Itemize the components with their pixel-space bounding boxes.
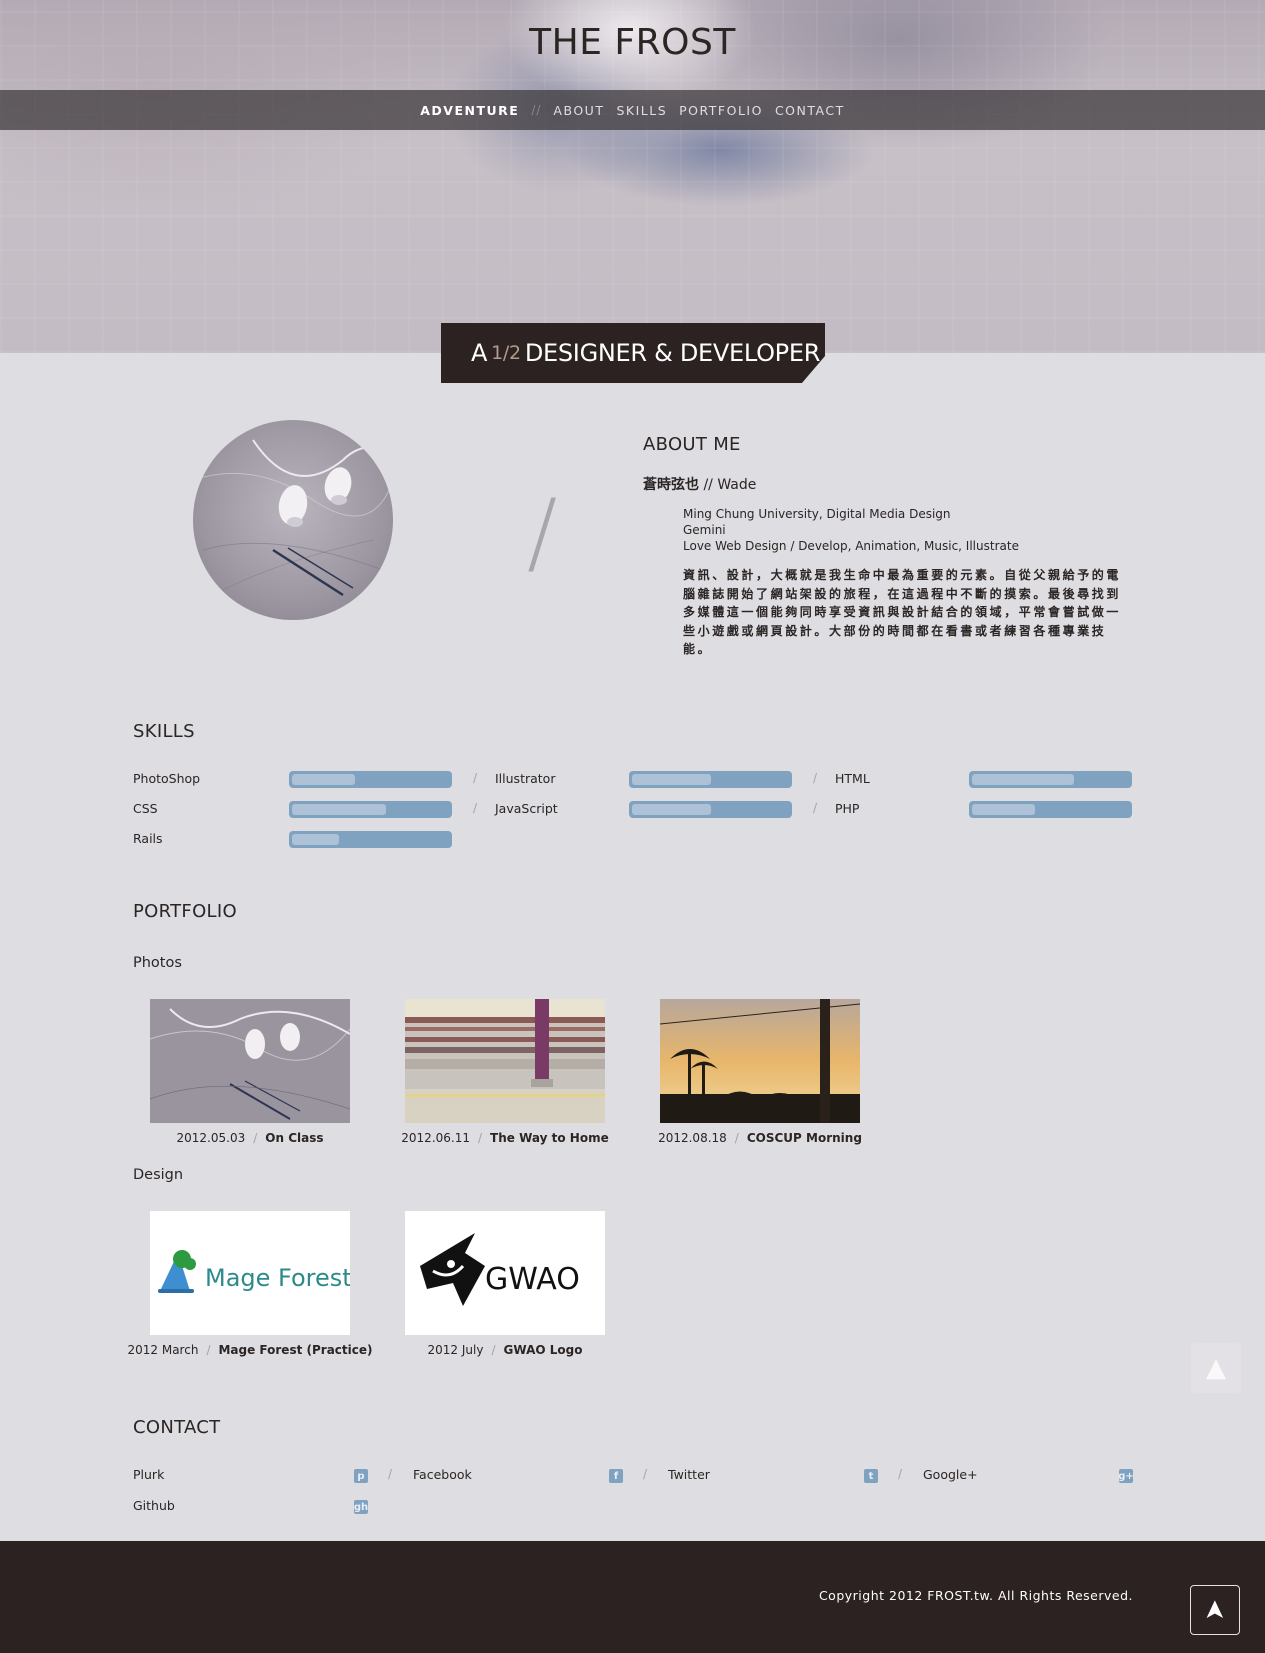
nav-skills[interactable]: SKILLS [610, 103, 673, 118]
about-divider-slash: / [527, 480, 558, 585]
skill-bar-html [969, 771, 1132, 788]
design-title[interactable]: Mage Forest (Practice) [218, 1343, 372, 1357]
nav-portfolio[interactable]: PORTFOLIO [673, 103, 769, 118]
design-caption: 2012 July / GWAO Logo [380, 1343, 630, 1357]
github-icon[interactable]: gh [354, 1500, 368, 1514]
copyright-text: Copyright 2012 FROST.tw. All Rights Rese… [818, 1588, 1133, 1603]
photo-date: 2012.05.03 [176, 1131, 246, 1145]
plurk-icon[interactable]: p [354, 1469, 368, 1483]
tagline-banner: A 1/2 DESIGNER & DEVELOPER [441, 323, 825, 383]
mage-forest-logo-text: Mage Forest [205, 1264, 350, 1292]
skill-separator: / [473, 801, 478, 815]
photos-heading: Photos [133, 955, 182, 971]
photo-caption: 2012.08.18 / COSCUP Morning [635, 1131, 885, 1145]
photo-caption: 2012.05.03 / On Class [125, 1131, 375, 1145]
tagline-half: 1/2 [491, 342, 521, 364]
about-name-cn: 蒼時弦也 [643, 477, 699, 493]
about-name-separator: // [703, 477, 713, 493]
about-sign: Gemini [683, 523, 726, 537]
design-heading: Design [133, 1167, 184, 1183]
nav-about[interactable]: ABOUT [547, 103, 610, 118]
skill-fill [972, 774, 1074, 785]
skill-label: CSS [133, 801, 158, 816]
photo-title[interactable]: On Class [265, 1131, 323, 1145]
tagline-suffix: DESIGNER & DEVELOPER [524, 339, 821, 367]
skill-bar-css [289, 801, 452, 818]
twitter-icon[interactable]: t [864, 1469, 878, 1483]
skills-heading: SKILLS [133, 721, 195, 742]
skill-fill [292, 834, 339, 845]
photo-title[interactable]: The Way to Home [490, 1131, 609, 1145]
contact-google-plus-link[interactable]: Google+ [923, 1467, 978, 1482]
contact-twitter-link[interactable]: Twitter [668, 1467, 710, 1482]
skill-fill [292, 804, 386, 815]
contact-separator: / [388, 1467, 393, 1481]
skill-bar-php [969, 801, 1132, 818]
contact-facebook-link[interactable]: Facebook [413, 1467, 472, 1482]
caption-separator: / [206, 1343, 211, 1357]
about-school: Ming Chung University, Digital Media Des… [683, 507, 951, 521]
skill-label: PHP [835, 801, 860, 816]
nav-separator: // [531, 103, 542, 117]
design-date: 2012 July [427, 1343, 484, 1357]
skill-label: PhotoShop [133, 771, 201, 786]
avatar-earphones-photo [193, 420, 393, 620]
photo-date: 2012.08.18 [658, 1131, 727, 1145]
design-caption: 2012 March / Mage Forest (Practice) [125, 1343, 375, 1357]
contact-separator: / [898, 1467, 903, 1481]
skill-bar-photoshop [289, 771, 452, 788]
google-plus-icon[interactable]: g+ [1118, 1469, 1134, 1483]
back-to-top-button[interactable]: ➤ [1190, 1585, 1240, 1635]
site-title: THE FROST [529, 22, 736, 63]
photo-date: 2012.06.11 [401, 1131, 470, 1145]
skill-bar-rails [289, 831, 452, 848]
design-title[interactable]: GWAO Logo [504, 1343, 583, 1357]
skill-separator: / [473, 771, 478, 785]
gwao-logo-text: GWAO [485, 1262, 580, 1297]
about-info-list: Ming Chung University, Digital Media Des… [683, 506, 1019, 554]
photo-way-to-home-thumbnail[interactable] [405, 999, 605, 1123]
faded-back-to-top-button[interactable]: ▲ [1191, 1343, 1241, 1393]
nav-adventure[interactable]: ADVENTURE [414, 103, 525, 118]
skill-bar-illustrator [629, 771, 792, 788]
skill-separator: / [813, 771, 818, 785]
skill-fill [972, 804, 1035, 815]
skill-label: Illustrator [495, 771, 556, 786]
caption-separator: / [734, 1131, 739, 1145]
photo-coscup-morning-thumbnail[interactable] [660, 999, 860, 1123]
contact-plurk-link[interactable]: Plurk [133, 1467, 164, 1482]
arrow-up-icon: ➤ [1199, 1599, 1230, 1621]
skill-label: Rails [133, 831, 163, 846]
nav-contact[interactable]: CONTACT [769, 103, 851, 118]
skill-fill [632, 774, 711, 785]
skill-label: HTML [835, 771, 870, 786]
skill-fill [632, 804, 711, 815]
contact-heading: CONTACT [133, 1417, 221, 1438]
portfolio-heading: PORTFOLIO [133, 901, 237, 922]
design-mage-forest-thumbnail[interactable]: Mage Forest [150, 1211, 350, 1335]
about-description: 資訊、設計，大概就是我生命中最為重要的元素。自從父親給予的電腦雜誌開始了網站架設… [683, 568, 1122, 656]
about-heading: ABOUT ME [643, 434, 741, 455]
design-gwao-logo-thumbnail[interactable]: GWAO [405, 1211, 605, 1335]
about-name: 蒼時弦也 // Wade [643, 474, 756, 494]
photo-title[interactable]: COSCUP Morning [747, 1131, 862, 1145]
tagline-prefix: A [471, 339, 488, 367]
skill-bar-javascript [629, 801, 792, 818]
about-name-en: Wade [717, 477, 757, 493]
skill-label: JavaScript [495, 801, 558, 816]
contact-separator: / [643, 1467, 648, 1481]
caption-separator: / [491, 1343, 496, 1357]
photo-caption: 2012.06.11 / The Way to Home [380, 1131, 630, 1145]
facebook-icon[interactable]: f [609, 1469, 623, 1483]
caption-separator: / [478, 1131, 483, 1145]
contact-github-link[interactable]: Github [133, 1498, 175, 1513]
skill-separator: / [813, 801, 818, 815]
about-interests: Love Web Design / Develop, Animation, Mu… [683, 539, 1019, 553]
caption-separator: / [253, 1131, 258, 1145]
design-date: 2012 March [127, 1343, 199, 1357]
skill-fill [292, 774, 355, 785]
photo-on-class-thumbnail[interactable] [150, 999, 350, 1123]
main-nav: ADVENTURE // ABOUT SKILLS PORTFOLIO CONT… [0, 90, 1265, 130]
